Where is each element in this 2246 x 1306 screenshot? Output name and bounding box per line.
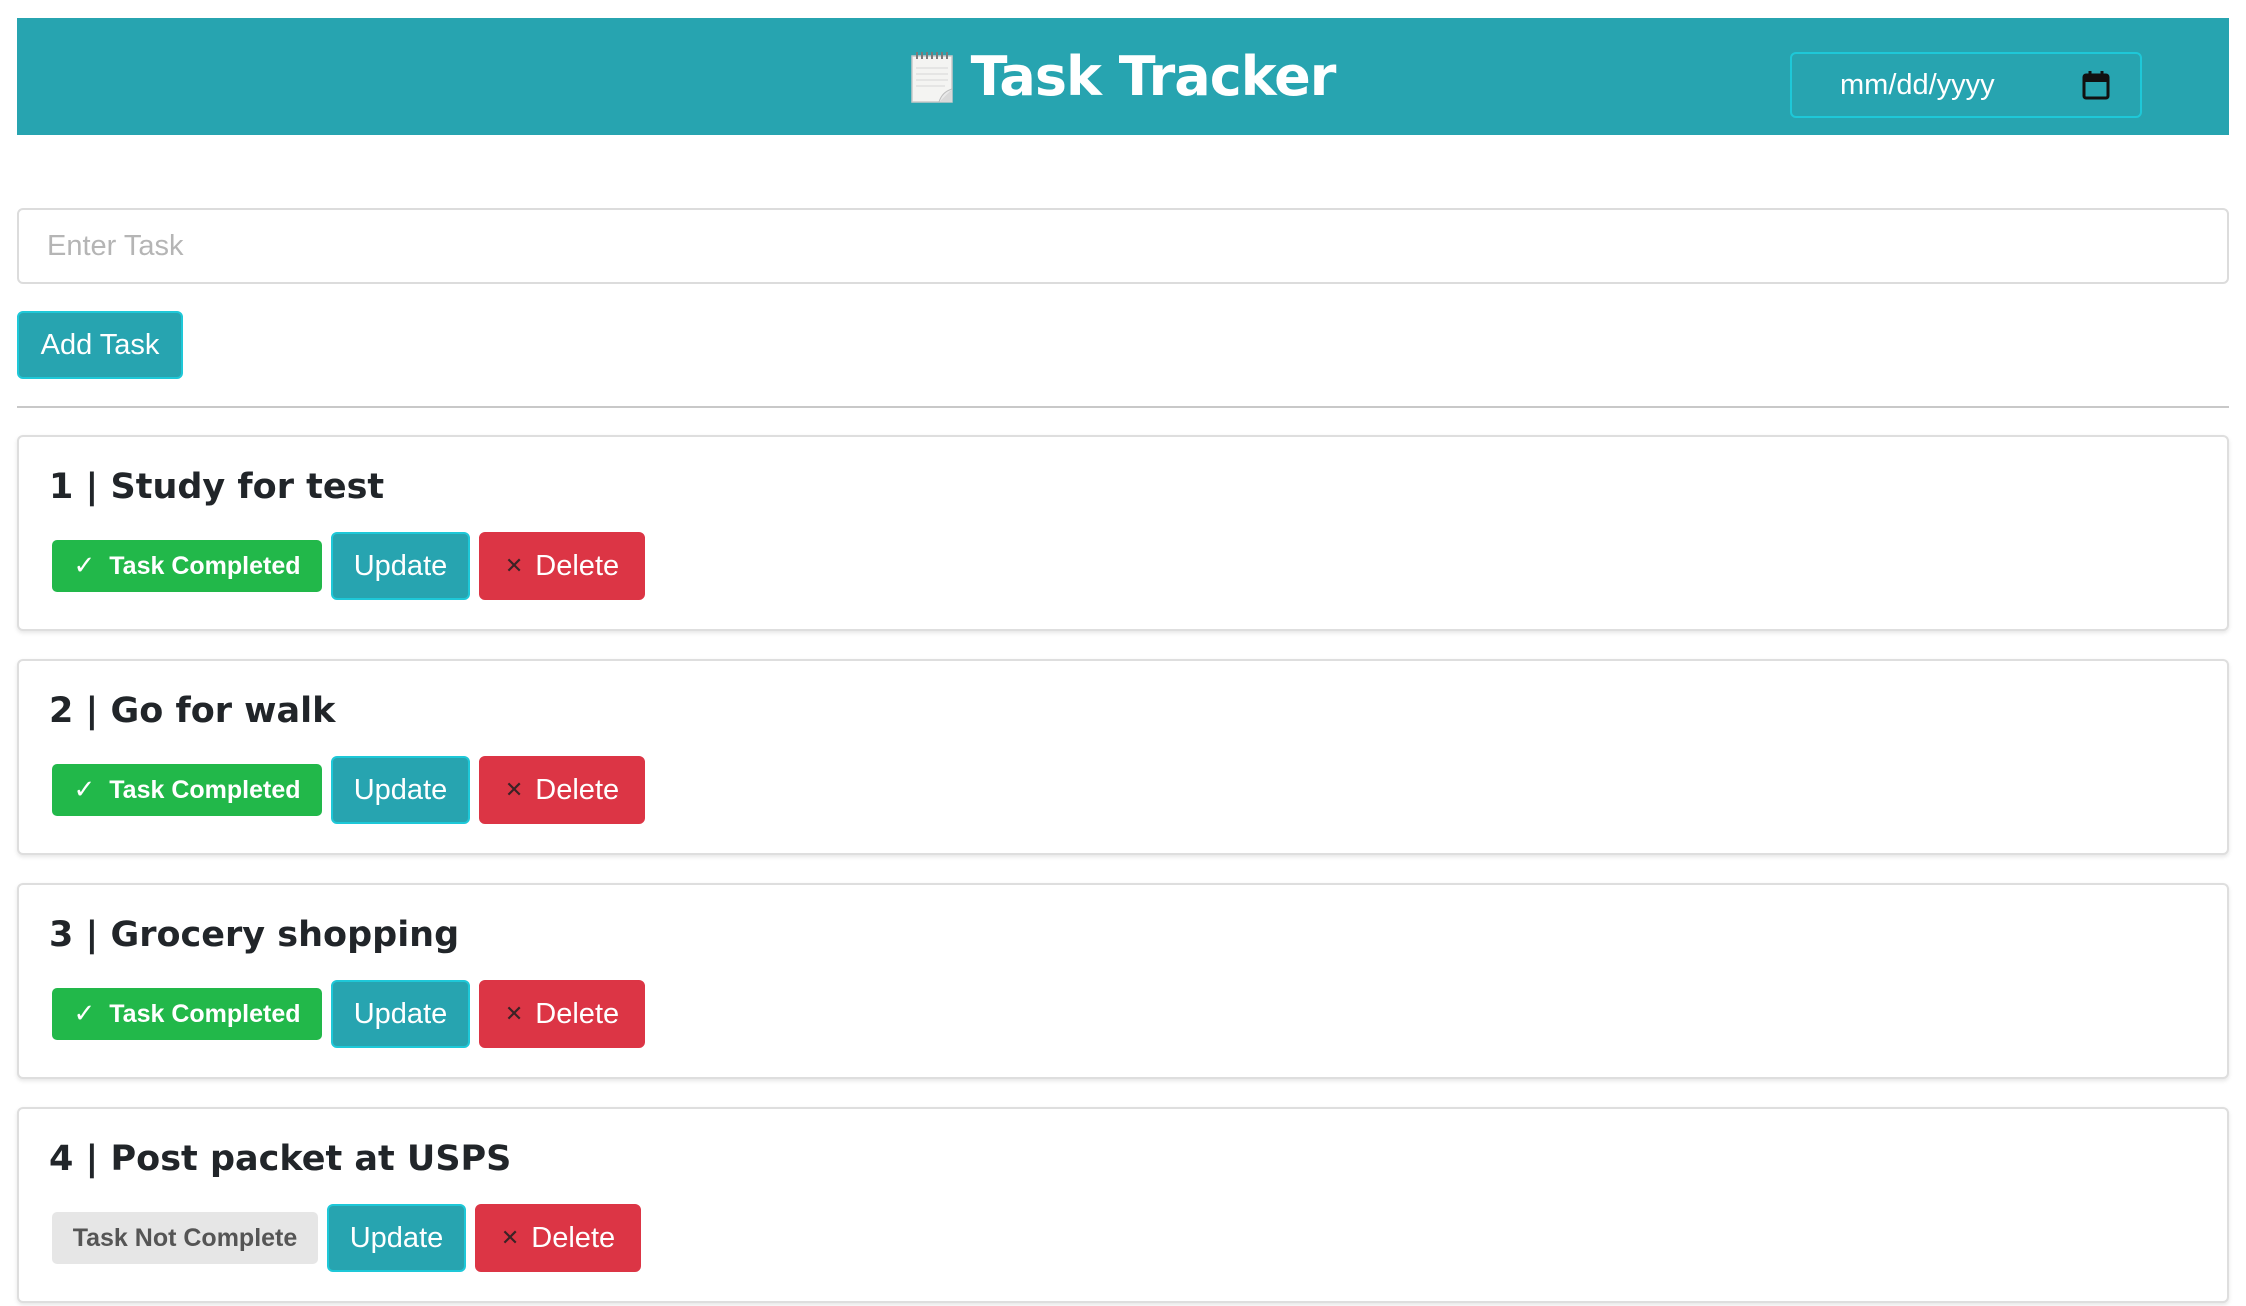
task-actions: ✓ Task Completed Update ✕ Delete: [49, 532, 2197, 600]
check-icon: ✓: [73, 999, 96, 1029]
delete-label: Delete: [531, 1221, 616, 1254]
task-title: 2 | Go for walk: [49, 691, 336, 731]
delete-button[interactable]: ✕ Delete: [475, 1204, 641, 1272]
check-icon: ✓: [73, 551, 96, 581]
page: Task Tracker mm/dd/yyyy Add Task 1 | Stu…: [0, 0, 2246, 1306]
update-button[interactable]: Update: [331, 756, 470, 824]
task-title: 1 | Study for test: [49, 467, 385, 507]
task-list: 1 | Study for test ✓ Task Completed Upda…: [17, 435, 2229, 1306]
task-actions: ✓ Task Completed Update ✕ Delete: [49, 756, 2197, 824]
status-label: Task Not Complete: [72, 1223, 298, 1252]
date-input[interactable]: mm/dd/yyyy: [1790, 52, 2142, 118]
status-label: Task Completed: [109, 775, 301, 804]
status-badge[interactable]: Task Not Complete: [52, 1212, 318, 1264]
update-button[interactable]: Update: [331, 532, 470, 600]
delete-button[interactable]: ✕ Delete: [479, 532, 645, 600]
delete-label: Delete: [535, 997, 620, 1030]
task-card: 1 | Study for test ✓ Task Completed Upda…: [17, 435, 2229, 631]
close-icon: ✕: [504, 1001, 524, 1027]
update-button[interactable]: Update: [331, 980, 470, 1048]
delete-label: Delete: [535, 549, 620, 582]
page-title: Task Tracker: [970, 45, 1337, 108]
task-title: 4 | Post packet at USPS: [49, 1139, 512, 1179]
check-icon: ✓: [73, 775, 96, 805]
update-button[interactable]: Update: [327, 1204, 466, 1272]
task-title: 3 | Grocery shopping: [49, 915, 460, 955]
task-actions: ✓ Task Completed Update ✕ Delete: [49, 980, 2197, 1048]
status-badge[interactable]: ✓ Task Completed: [52, 764, 322, 816]
task-input[interactable]: [17, 208, 2229, 284]
close-icon: ✕: [500, 1225, 520, 1251]
delete-button[interactable]: ✕ Delete: [479, 980, 645, 1048]
task-card: 2 | Go for walk ✓ Task Completed Update …: [17, 659, 2229, 855]
delete-label: Delete: [535, 773, 620, 806]
title-group: Task Tracker: [909, 45, 1336, 108]
calendar-icon[interactable]: [2082, 70, 2110, 100]
divider: [17, 406, 2229, 408]
close-icon: ✕: [504, 553, 524, 579]
task-card: 4 | Post packet at USPS Task Not Complet…: [17, 1107, 2229, 1303]
status-badge[interactable]: ✓ Task Completed: [52, 988, 322, 1040]
task-card: 3 | Grocery shopping ✓ Task Completed Up…: [17, 883, 2229, 1079]
app-header: Task Tracker mm/dd/yyyy: [17, 18, 2229, 135]
close-icon: ✕: [504, 777, 524, 803]
delete-button[interactable]: ✕ Delete: [479, 756, 645, 824]
add-task-button[interactable]: Add Task: [17, 311, 183, 379]
status-label: Task Completed: [109, 999, 301, 1028]
task-actions: Task Not Complete Update ✕ Delete: [49, 1204, 2197, 1272]
date-placeholder: mm/dd/yyyy: [1840, 68, 1995, 101]
notepad-icon: [909, 50, 957, 104]
status-label: Task Completed: [109, 551, 301, 580]
status-badge[interactable]: ✓ Task Completed: [52, 540, 322, 592]
